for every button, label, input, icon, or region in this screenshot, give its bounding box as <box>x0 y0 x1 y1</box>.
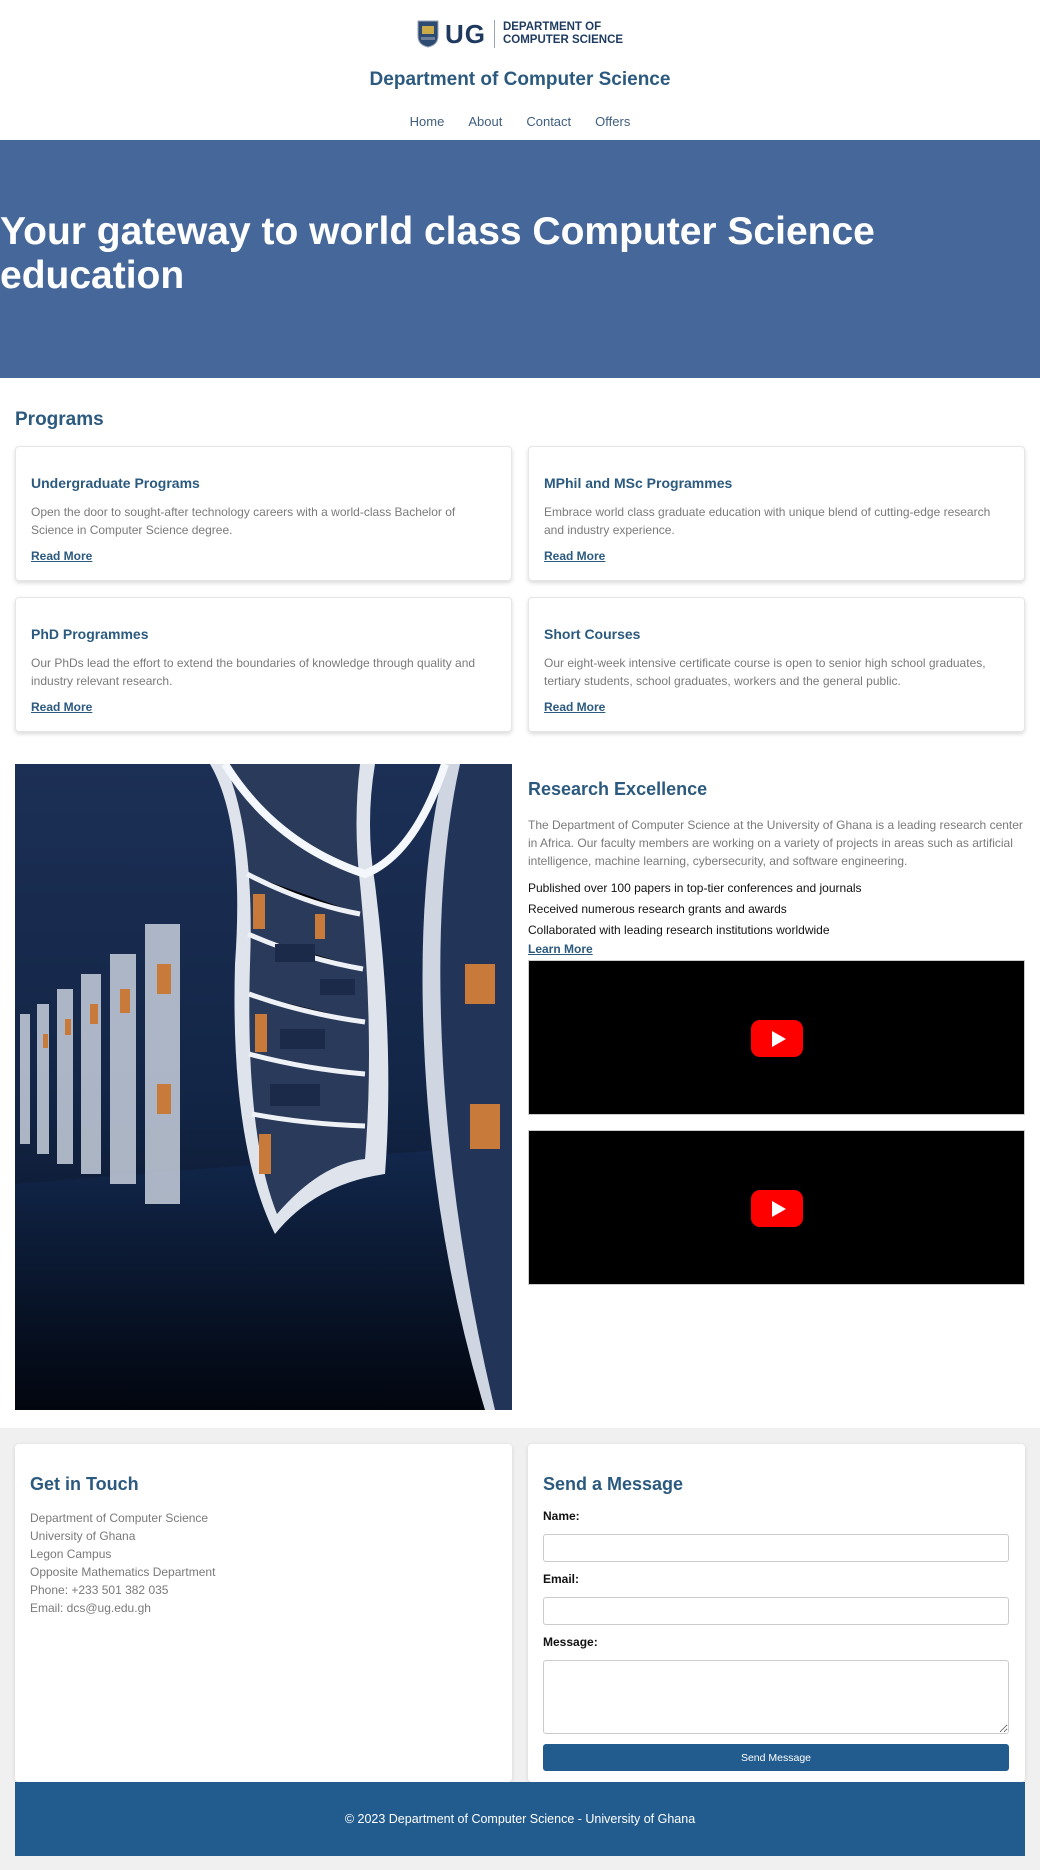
nav-offers[interactable]: Offers <box>595 114 630 129</box>
program-card-text: Our eight-week intensive certificate cou… <box>544 656 986 688</box>
programs-heading: Programs <box>15 409 104 430</box>
library-image <box>15 764 512 1410</box>
list-item: Published over 100 papers in top-tier co… <box>528 881 862 895</box>
read-more-link[interactable]: Read More <box>544 700 605 714</box>
research-section: Research Excellence The Department of Co… <box>528 764 1024 956</box>
name-field[interactable] <box>543 1534 1009 1562</box>
email-field[interactable] <box>543 1597 1009 1625</box>
phone-line: Phone: +233 501 382 035 <box>30 1583 169 1597</box>
logo[interactable]: UG DEPARTMENT OF COMPUTER SCIENCE <box>0 18 1040 50</box>
logo-line-1: DEPARTMENT OF <box>502 21 602 33</box>
read-more-link[interactable]: Read More <box>31 700 92 714</box>
send-message-button[interactable]: Send Message <box>543 1744 1009 1771</box>
email-label: Email: <box>543 1572 580 1586</box>
address-block: Department of Computer Science Universit… <box>30 1509 497 1617</box>
program-card-text: Our PhDs lead the effort to extend the b… <box>31 656 476 688</box>
address-line: Legon Campus <box>30 1547 112 1561</box>
youtube-play-icon[interactable] <box>750 1019 803 1057</box>
nav-contact[interactable]: Contact <box>526 114 571 129</box>
program-card-text: Open the door to sought-after technology… <box>31 505 456 537</box>
site-footer: © 2023 Department of Computer Science - … <box>15 1782 1025 1856</box>
address-line: University of Ghana <box>30 1529 136 1543</box>
program-card-title: MPhil and MSc Programmes <box>544 475 733 491</box>
site-header: UG DEPARTMENT OF COMPUTER SCIENCE Depart… <box>0 0 1040 140</box>
nav-home[interactable]: Home <box>410 114 445 129</box>
program-card-phd: PhD Programmes Our PhDs lead the effort … <box>15 597 512 732</box>
send-message-panel: Send a Message Name: Email: Message: Sen… <box>528 1444 1025 1782</box>
read-more-link[interactable]: Read More <box>544 549 605 563</box>
research-highlights: Published over 100 papers in top-tier co… <box>528 878 1024 941</box>
logo-line-2: COMPUTER SCIENCE <box>502 34 624 46</box>
program-card-title: Short Courses <box>544 626 641 642</box>
logo-mark: UG <box>444 18 486 49</box>
youtube-play-icon[interactable] <box>750 1189 803 1227</box>
program-card-title: PhD Programmes <box>31 626 149 642</box>
get-in-touch-heading: Get in Touch <box>30 1474 139 1494</box>
email-line: Email: dcs@ug.edu.gh <box>30 1601 151 1615</box>
learn-more-link[interactable]: Learn More <box>528 942 1024 956</box>
name-label: Name: <box>543 1509 580 1523</box>
list-item: Received numerous research grants and aw… <box>528 902 787 916</box>
program-card-undergraduate: Undergraduate Programs Open the door to … <box>15 446 512 581</box>
hero-headline: Your gateway to world class Computer Sci… <box>0 210 875 297</box>
message-field[interactable] <box>543 1660 1009 1734</box>
send-message-heading: Send a Message <box>543 1474 684 1494</box>
main-nav: Home About Contact Offers <box>0 114 1040 129</box>
nav-about[interactable]: About <box>468 114 502 129</box>
site-title: Department of Computer Science <box>369 69 671 90</box>
program-card-text: Embrace world class graduate education w… <box>544 505 991 537</box>
copyright-text: © 2023 Department of Computer Science - … <box>344 1812 696 1826</box>
video-embed-1[interactable] <box>528 960 1025 1115</box>
library-illustration <box>15 764 512 1410</box>
hero-banner: Your gateway to world class Computer Sci… <box>0 140 1040 378</box>
address-line: Opposite Mathematics Department <box>30 1565 216 1579</box>
logo-text: DEPARTMENT OF COMPUTER SCIENCE <box>503 21 623 47</box>
read-more-link[interactable]: Read More <box>31 549 92 563</box>
message-label: Message: <box>543 1635 598 1649</box>
address-line: Department of Computer Science <box>30 1511 209 1525</box>
get-in-touch-panel: Get in Touch Department of Computer Scie… <box>15 1444 512 1782</box>
logo-divider <box>493 20 495 48</box>
program-card-short-courses: Short Courses Our eight-week intensive c… <box>528 597 1025 732</box>
program-card-title: Undergraduate Programs <box>31 475 200 491</box>
list-item: Collaborated with leading research insti… <box>528 923 830 937</box>
ug-crest-icon <box>417 20 439 48</box>
research-text: The Department of Computer Science at th… <box>528 818 1023 868</box>
research-heading: Research Excellence <box>528 779 708 799</box>
program-card-mphil-msc: MPhil and MSc Programmes Embrace world c… <box>528 446 1025 581</box>
video-embed-2[interactable] <box>528 1130 1025 1285</box>
